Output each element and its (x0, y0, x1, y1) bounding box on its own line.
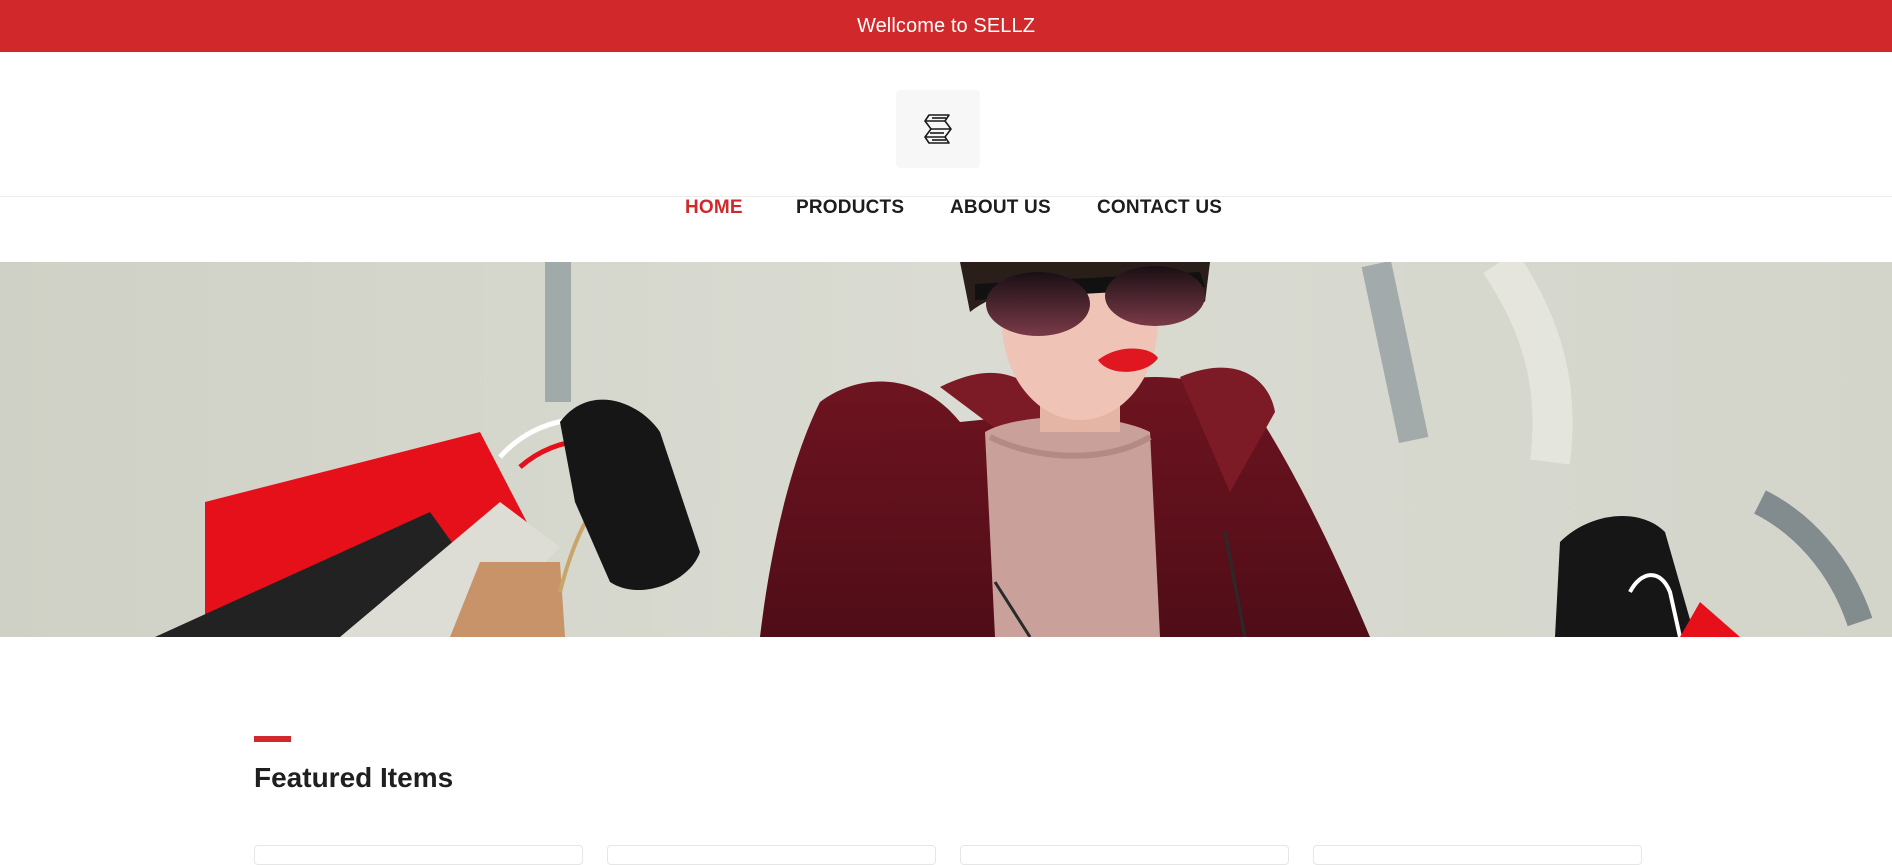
nav-products[interactable]: PRODUCTS (796, 197, 904, 218)
site-logo[interactable] (896, 90, 980, 168)
welcome-bar: Wellcome to SELLZ (0, 0, 1892, 52)
product-card[interactable] (960, 845, 1289, 865)
welcome-text: Wellcome to SELLZ (856, 14, 1036, 37)
sellz-logo-icon (924, 114, 952, 144)
product-card[interactable] (607, 845, 936, 865)
nav-contact-us[interactable]: CONTACT US (1097, 197, 1222, 218)
section-accent-bar (254, 736, 291, 742)
banner-photo (0, 262, 1892, 637)
brand-header (0, 52, 1892, 197)
featured-title: Featured Items (254, 762, 454, 793)
product-card[interactable] (1313, 845, 1642, 865)
product-card[interactable] (254, 845, 583, 865)
main-nav: HOME PRODUCTS ABOUT US CONTACT US (0, 197, 1892, 262)
hero-banner (0, 262, 1892, 637)
nav-about-us[interactable]: ABOUT US (950, 197, 1051, 218)
nav-home[interactable]: HOME (685, 197, 743, 218)
